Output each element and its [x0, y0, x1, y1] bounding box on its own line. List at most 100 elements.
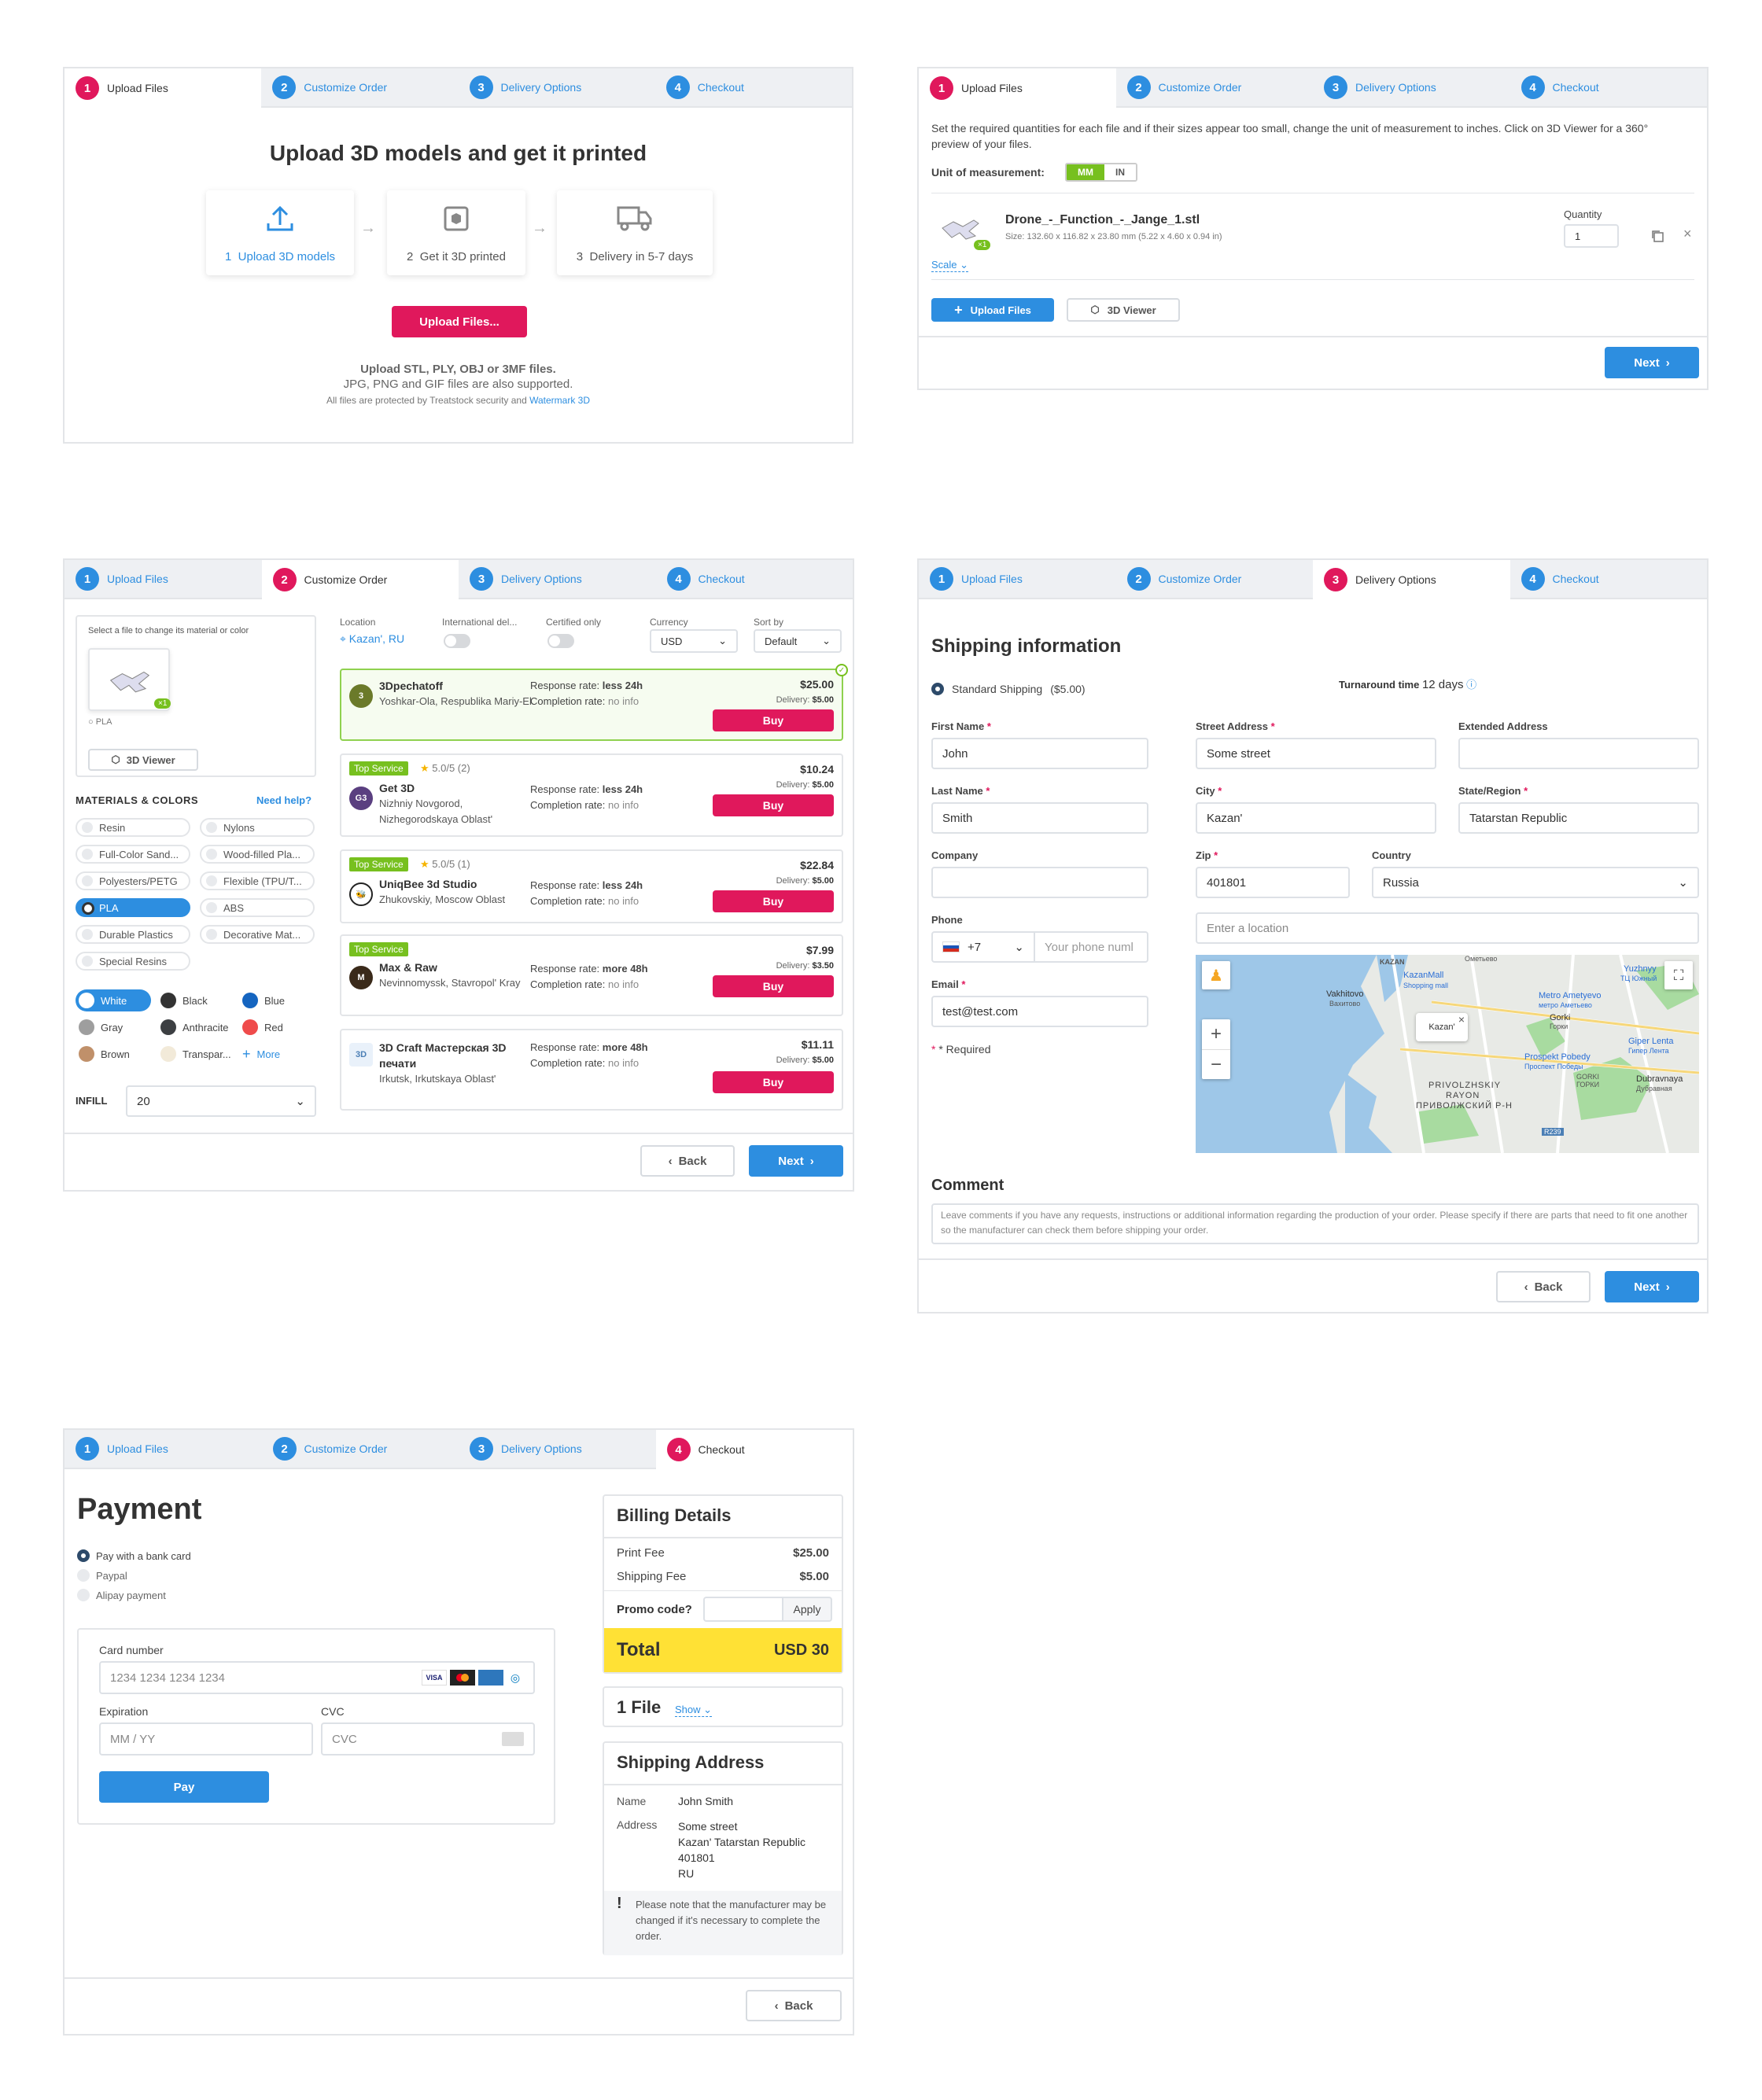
zoom-out-icon[interactable]: −: [1202, 1049, 1230, 1079]
material-chip[interactable]: Full-Color Sand...: [76, 845, 190, 864]
tab-customize-order[interactable]: 2 Customize Order: [261, 68, 458, 106]
cvc-field[interactable]: CVC: [321, 1722, 535, 1756]
tab-checkout[interactable]: 4 Checkout: [1510, 68, 1708, 106]
back-button[interactable]: ‹ Back: [640, 1145, 735, 1177]
sort-select[interactable]: Default ⌄: [754, 629, 842, 653]
certified-toggle[interactable]: [547, 634, 574, 648]
tab-checkout[interactable]: 4 Checkout: [655, 1430, 853, 1469]
street-address-field[interactable]: Some street: [1196, 738, 1436, 769]
phone-country-select[interactable]: +7 ⌄: [931, 931, 1035, 963]
color-black[interactable]: Black: [160, 993, 208, 1008]
material-chip[interactable]: Decorative Mat...: [200, 925, 315, 944]
buy-button[interactable]: Buy: [713, 1071, 834, 1093]
buy-button[interactable]: Buy: [713, 890, 834, 912]
first-name-field[interactable]: John: [931, 738, 1148, 769]
scale-link[interactable]: Scale ⌄: [931, 259, 969, 272]
tab-delivery-options[interactable]: 3 Delivery Options: [459, 68, 655, 106]
paypal-option[interactable]: Paypal: [77, 1569, 127, 1582]
color-anthracite[interactable]: Anthracite: [160, 1019, 229, 1035]
buy-button[interactable]: Buy: [713, 794, 834, 816]
show-files-link[interactable]: Show ⌄: [675, 1704, 713, 1717]
currency-select[interactable]: USD ⌄: [650, 629, 738, 653]
tab-customize-order[interactable]: 2 Customize Order: [262, 1430, 459, 1468]
city-field[interactable]: Kazan': [1196, 802, 1436, 834]
file-thumbnail[interactable]: ×1: [88, 648, 171, 711]
manufacturer-card[interactable]: 3 3Dpechatoff Yoshkar-Ola, Respublika Ma…: [340, 664, 848, 741]
3d-viewer-button[interactable]: ⬡ 3D Viewer: [1067, 298, 1180, 322]
state-field[interactable]: Tatarstan Republic: [1458, 802, 1699, 834]
color-blue[interactable]: Blue: [242, 993, 285, 1008]
expiration-field[interactable]: MM / YY: [99, 1722, 313, 1756]
tab-customize-order[interactable]: 2 Customize Order: [1116, 68, 1314, 106]
fullscreen-icon[interactable]: ⛶: [1664, 961, 1693, 989]
next-button[interactable]: Next ›: [1605, 347, 1699, 378]
tab-delivery-options[interactable]: 3 Delivery Options: [459, 1430, 656, 1468]
tab-checkout[interactable]: 4 Checkout: [1510, 560, 1708, 598]
color-brown[interactable]: Brown: [79, 1046, 130, 1062]
zoom-in-icon[interactable]: +: [1202, 1019, 1230, 1049]
unit-in-button[interactable]: IN: [1104, 164, 1136, 180]
extended-address-field[interactable]: [1458, 738, 1699, 769]
company-field[interactable]: [931, 867, 1148, 898]
pegman-icon[interactable]: ♟: [1202, 961, 1230, 989]
manufacturer-card[interactable]: Top Service ★ 5.0/5 (2) G3 Get 3D Nizhni…: [340, 753, 843, 837]
upload-files-button[interactable]: Upload Files...: [392, 306, 527, 337]
close-icon[interactable]: ×: [1458, 1013, 1465, 1026]
unit-mm-button[interactable]: MM: [1067, 164, 1104, 180]
apply-button[interactable]: Apply: [782, 1597, 832, 1622]
tab-checkout[interactable]: 4 Checkout: [655, 68, 852, 106]
watermark-link[interactable]: Watermark 3D: [529, 395, 590, 406]
tab-delivery-options[interactable]: 3 Delivery Options: [1313, 560, 1510, 599]
tab-customize-order[interactable]: 2 Customize Order: [261, 560, 459, 599]
tab-upload-files[interactable]: 1 Upload Files: [919, 68, 1116, 108]
tab-checkout[interactable]: 4 Checkout: [656, 560, 853, 598]
material-chip[interactable]: Flexible (TPU/T...: [200, 871, 315, 890]
help-icon[interactable]: ⓘ: [1466, 679, 1476, 691]
color-gray[interactable]: Gray: [79, 1019, 123, 1035]
material-chip[interactable]: Special Resins: [76, 952, 190, 971]
pay-button[interactable]: Pay: [99, 1771, 269, 1803]
upload-files-button[interactable]: + Upload Files: [931, 298, 1054, 322]
tab-delivery-options[interactable]: 3 Delivery Options: [459, 560, 656, 598]
material-chip[interactable]: Resin: [76, 818, 190, 837]
location-search-input[interactable]: Enter a location: [1196, 912, 1699, 944]
color-transparent[interactable]: Transpar...: [160, 1046, 231, 1062]
card-number-field[interactable]: 1234 1234 1234 1234 VISA ◎: [99, 1661, 535, 1694]
manufacturer-card[interactable]: Top Service M Max & Raw Nevinnomyssk, St…: [340, 934, 843, 1016]
last-name-field[interactable]: Smith: [931, 802, 1148, 834]
manufacturer-card[interactable]: Top Service ★ 5.0/5 (1) 🐝 UniqBee 3d Stu…: [340, 849, 843, 923]
map-pin-popup[interactable]: Kazan' ×: [1416, 1013, 1468, 1041]
tab-customize-order[interactable]: 2 Customize Order: [1116, 560, 1314, 598]
country-select[interactable]: Russia ⌄: [1372, 867, 1699, 898]
tab-upload-files[interactable]: 1 Upload Files: [65, 560, 262, 598]
buy-button[interactable]: Buy: [713, 975, 834, 997]
alipay-option[interactable]: Alipay payment: [77, 1589, 166, 1601]
tab-upload-files[interactable]: 1 Upload Files: [65, 1430, 262, 1468]
material-chip[interactable]: Wood-filled Pla...: [200, 845, 315, 864]
buy-button[interactable]: Buy: [713, 709, 834, 731]
intl-toggle[interactable]: [444, 634, 470, 648]
material-chip[interactable]: Nylons: [200, 818, 315, 837]
promo-code-field[interactable]: [703, 1597, 783, 1622]
material-chip[interactable]: ABS: [200, 898, 315, 917]
infill-select[interactable]: 20 ⌄: [126, 1085, 316, 1117]
location-link[interactable]: ⌖ Kazan', RU: [340, 632, 404, 646]
copy-icon[interactable]: [1650, 229, 1664, 243]
quantity-input[interactable]: 1: [1564, 224, 1619, 248]
manufacturer-card[interactable]: 3D 3D Craft Мастерская 3D печати Irkutsk…: [340, 1029, 843, 1111]
color-red[interactable]: Red: [242, 1019, 283, 1035]
need-help-link[interactable]: Need help?: [256, 794, 311, 806]
comment-field[interactable]: Leave comments if you have any requests,…: [931, 1203, 1699, 1244]
color-white[interactable]: White: [76, 989, 151, 1011]
back-button[interactable]: ‹ Back: [1496, 1271, 1591, 1302]
tab-upload-files[interactable]: 1 Upload Files: [919, 560, 1116, 598]
tab-delivery-options[interactable]: 3 Delivery Options: [1313, 68, 1510, 106]
material-chip[interactable]: PLA: [76, 898, 190, 917]
phone-field[interactable]: Your phone numl: [1034, 931, 1148, 963]
zip-field[interactable]: 401801: [1196, 867, 1350, 898]
close-icon[interactable]: ×: [1683, 226, 1692, 242]
next-button[interactable]: Next ›: [1605, 1271, 1699, 1302]
tab-upload-files[interactable]: 1 Upload Files: [65, 68, 262, 108]
3d-viewer-button[interactable]: ⬡ 3D Viewer: [88, 749, 198, 771]
map[interactable]: Ометьево KAZAN KazanMall Shopping mall V…: [1196, 955, 1699, 1153]
